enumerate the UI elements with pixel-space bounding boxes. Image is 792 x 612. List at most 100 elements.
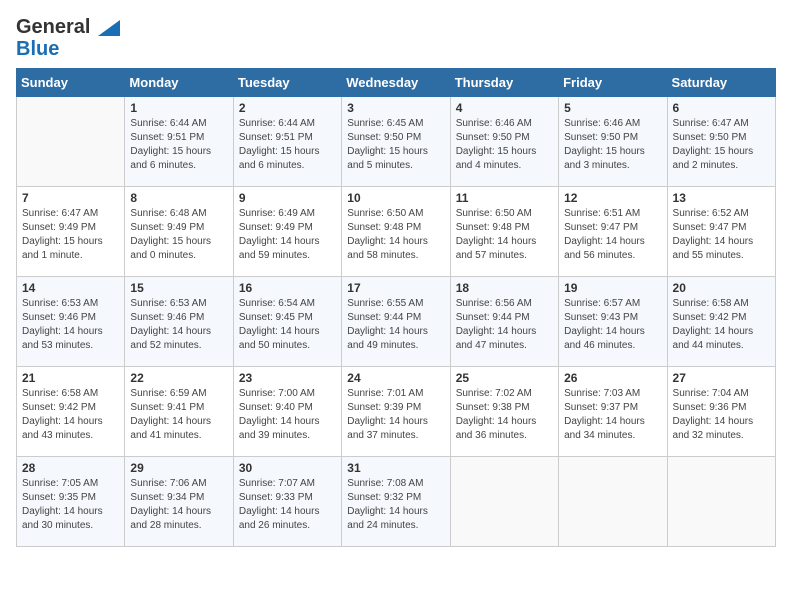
logo-general: General [16, 16, 120, 38]
calendar-cell [667, 457, 775, 547]
cell-sun-info: Sunrise: 7:04 AM Sunset: 9:36 PM Dayligh… [673, 387, 770, 443]
day-number: 2 [239, 101, 336, 115]
cell-sun-info: Sunrise: 6:52 AM Sunset: 9:47 PM Dayligh… [673, 207, 770, 263]
calendar-cell: 5 Sunrise: 6:46 AM Sunset: 9:50 PM Daylig… [559, 97, 667, 187]
page-header: General Blue [16, 16, 776, 60]
cell-sun-info: Sunrise: 7:06 AM Sunset: 9:34 PM Dayligh… [130, 477, 227, 533]
calendar-cell: 20 Sunrise: 6:58 AM Sunset: 9:42 PM Dayli… [667, 277, 775, 367]
day-number: 23 [239, 371, 336, 385]
calendar-cell: 15 Sunrise: 6:53 AM Sunset: 9:46 PM Dayli… [125, 277, 233, 367]
logo: General Blue [16, 16, 120, 60]
day-number: 27 [673, 371, 770, 385]
calendar-cell: 3 Sunrise: 6:45 AM Sunset: 9:50 PM Daylig… [342, 97, 450, 187]
day-number: 6 [673, 101, 770, 115]
cell-sun-info: Sunrise: 6:59 AM Sunset: 9:41 PM Dayligh… [130, 387, 227, 443]
cell-sun-info: Sunrise: 6:46 AM Sunset: 9:50 PM Dayligh… [456, 117, 553, 173]
cell-sun-info: Sunrise: 6:50 AM Sunset: 9:48 PM Dayligh… [456, 207, 553, 263]
calendar-cell: 19Sunrise: 6:57 AM Sunset: 9:43 PM Dayli… [559, 277, 667, 367]
col-header-saturday: Saturday [667, 69, 775, 97]
day-number: 17 [347, 281, 444, 295]
col-header-friday: Friday [559, 69, 667, 97]
calendar-cell: 13 Sunrise: 6:52 AM Sunset: 9:47 PM Dayli… [667, 187, 775, 277]
calendar-cell: 10 Sunrise: 6:50 AM Sunset: 9:48 PM Dayli… [342, 187, 450, 277]
calendar-table: SundayMondayTuesdayWednesdayThursdayFrid… [16, 68, 776, 547]
calendar-cell: 29 Sunrise: 7:06 AM Sunset: 9:34 PM Dayli… [125, 457, 233, 547]
cell-sun-info: Sunrise: 6:58 AM Sunset: 9:42 PM Dayligh… [673, 297, 770, 353]
cell-sun-info: Sunrise: 7:01 AM Sunset: 9:39 PM Dayligh… [347, 387, 444, 443]
cell-sun-info: Sunrise: 6:57 AM Sunset: 9:43 PM Dayligh… [564, 297, 661, 353]
day-number: 30 [239, 461, 336, 475]
day-number: 3 [347, 101, 444, 115]
calendar-cell: 24 Sunrise: 7:01 AM Sunset: 9:39 PM Dayli… [342, 367, 450, 457]
calendar-cell: 8 Sunrise: 6:48 AM Sunset: 9:49 PM Daylig… [125, 187, 233, 277]
cell-sun-info: Sunrise: 6:55 AM Sunset: 9:44 PM Dayligh… [347, 297, 444, 353]
day-number: 16 [239, 281, 336, 295]
day-number: 25 [456, 371, 553, 385]
calendar-cell [17, 97, 125, 187]
cell-sun-info: Sunrise: 6:44 AM Sunset: 9:51 PM Dayligh… [239, 117, 336, 173]
cell-sun-info: Sunrise: 6:46 AM Sunset: 9:50 PM Dayligh… [564, 117, 661, 173]
calendar-cell: 18 Sunrise: 6:56 AM Sunset: 9:44 PM Dayli… [450, 277, 558, 367]
cell-sun-info: Sunrise: 6:49 AM Sunset: 9:49 PM Dayligh… [239, 207, 336, 263]
day-number: 24 [347, 371, 444, 385]
col-header-monday: Monday [125, 69, 233, 97]
cell-sun-info: Sunrise: 6:50 AM Sunset: 9:48 PM Dayligh… [347, 207, 444, 263]
day-number: 20 [673, 281, 770, 295]
cell-sun-info: Sunrise: 7:00 AM Sunset: 9:40 PM Dayligh… [239, 387, 336, 443]
day-number: 9 [239, 191, 336, 205]
calendar-cell: 2 Sunrise: 6:44 AM Sunset: 9:51 PM Daylig… [233, 97, 341, 187]
day-number: 18 [456, 281, 553, 295]
cell-sun-info: Sunrise: 6:58 AM Sunset: 9:42 PM Dayligh… [22, 387, 119, 443]
day-number: 29 [130, 461, 227, 475]
cell-sun-info: Sunrise: 7:07 AM Sunset: 9:33 PM Dayligh… [239, 477, 336, 533]
day-number: 11 [456, 191, 553, 205]
day-number: 28 [22, 461, 119, 475]
col-header-tuesday: Tuesday [233, 69, 341, 97]
day-number: 5 [564, 101, 661, 115]
day-number: 22 [130, 371, 227, 385]
cell-sun-info: Sunrise: 7:05 AM Sunset: 9:35 PM Dayligh… [22, 477, 119, 533]
cell-sun-info: Sunrise: 6:53 AM Sunset: 9:46 PM Dayligh… [130, 297, 227, 353]
calendar-cell: 9 Sunrise: 6:49 AM Sunset: 9:49 PM Daylig… [233, 187, 341, 277]
col-header-thursday: Thursday [450, 69, 558, 97]
day-number: 21 [22, 371, 119, 385]
day-number: 14 [22, 281, 119, 295]
calendar-cell: 26 Sunrise: 7:03 AM Sunset: 9:37 PM Dayli… [559, 367, 667, 457]
day-number: 10 [347, 191, 444, 205]
col-header-wednesday: Wednesday [342, 69, 450, 97]
calendar-cell: 17 Sunrise: 6:55 AM Sunset: 9:44 PM Dayli… [342, 277, 450, 367]
logo-triangle-icon [98, 20, 120, 36]
logo-blue: Blue [16, 38, 120, 60]
calendar-cell: 31 Sunrise: 7:08 AM Sunset: 9:32 PM Dayli… [342, 457, 450, 547]
cell-sun-info: Sunrise: 7:03 AM Sunset: 9:37 PM Dayligh… [564, 387, 661, 443]
cell-sun-info: Sunrise: 6:44 AM Sunset: 9:51 PM Dayligh… [130, 117, 227, 173]
day-number: 15 [130, 281, 227, 295]
day-number: 7 [22, 191, 119, 205]
calendar-cell [450, 457, 558, 547]
calendar-cell: 27 Sunrise: 7:04 AM Sunset: 9:36 PM Dayli… [667, 367, 775, 457]
cell-sun-info: Sunrise: 6:56 AM Sunset: 9:44 PM Dayligh… [456, 297, 553, 353]
calendar-cell: 14 Sunrise: 6:53 AM Sunset: 9:46 PM Dayli… [17, 277, 125, 367]
day-number: 31 [347, 461, 444, 475]
day-number: 26 [564, 371, 661, 385]
calendar-cell: 25 Sunrise: 7:02 AM Sunset: 9:38 PM Dayli… [450, 367, 558, 457]
calendar-cell: 21 Sunrise: 6:58 AM Sunset: 9:42 PM Dayli… [17, 367, 125, 457]
cell-sun-info: Sunrise: 6:53 AM Sunset: 9:46 PM Dayligh… [22, 297, 119, 353]
day-number: 4 [456, 101, 553, 115]
col-header-sunday: Sunday [17, 69, 125, 97]
calendar-cell: 28 Sunrise: 7:05 AM Sunset: 9:35 PM Dayli… [17, 457, 125, 547]
cell-sun-info: Sunrise: 6:54 AM Sunset: 9:45 PM Dayligh… [239, 297, 336, 353]
calendar-cell: 16 Sunrise: 6:54 AM Sunset: 9:45 PM Dayli… [233, 277, 341, 367]
cell-sun-info: Sunrise: 7:08 AM Sunset: 9:32 PM Dayligh… [347, 477, 444, 533]
cell-sun-info: Sunrise: 7:02 AM Sunset: 9:38 PM Dayligh… [456, 387, 553, 443]
cell-sun-info: Sunrise: 6:51 AM Sunset: 9:47 PM Dayligh… [564, 207, 661, 263]
cell-sun-info: Sunrise: 6:45 AM Sunset: 9:50 PM Dayligh… [347, 117, 444, 173]
cell-sun-info: Sunrise: 6:48 AM Sunset: 9:49 PM Dayligh… [130, 207, 227, 263]
day-number: 1 [130, 101, 227, 115]
calendar-cell: 12Sunrise: 6:51 AM Sunset: 9:47 PM Dayli… [559, 187, 667, 277]
calendar-cell [559, 457, 667, 547]
calendar-cell: 23 Sunrise: 7:00 AM Sunset: 9:40 PM Dayli… [233, 367, 341, 457]
day-number: 13 [673, 191, 770, 205]
day-number: 8 [130, 191, 227, 205]
calendar-cell: 4 Sunrise: 6:46 AM Sunset: 9:50 PM Daylig… [450, 97, 558, 187]
